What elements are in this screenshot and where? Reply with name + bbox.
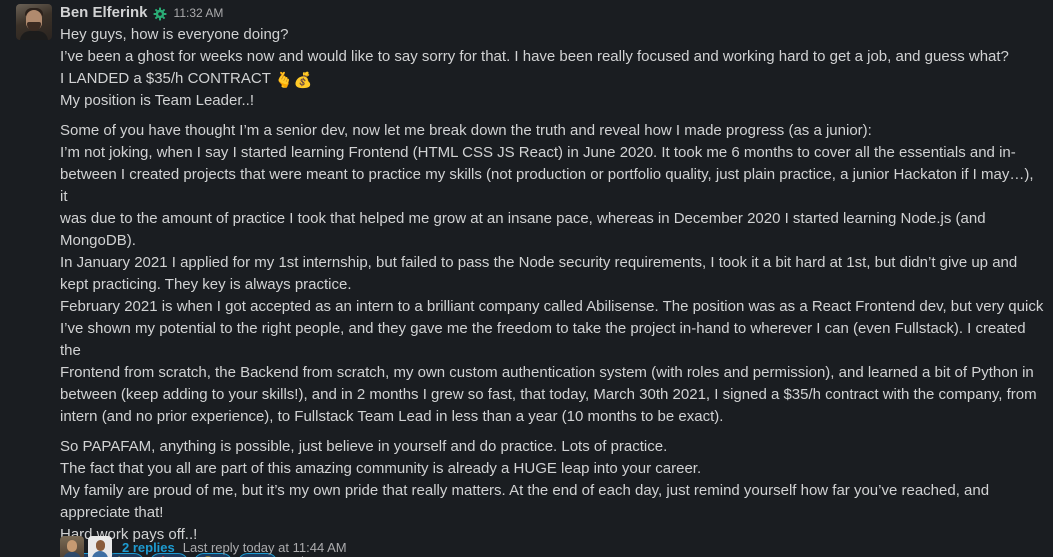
message-line: MongoDB). [60, 232, 136, 249]
message-line: In January 2021 I applied for my 1st int… [60, 254, 1018, 271]
chat-message: Ben Elferink 11:32 AM Hey guys, how is e… [0, 0, 1053, 557]
message-line-contract: I LANDED a $35/h CONTRACT 🫰💰 [60, 68, 1045, 90]
message-line: intern (and no prior experience), to Ful… [60, 408, 724, 425]
reply-avatar [88, 536, 112, 557]
reply-avatar [60, 536, 84, 557]
message-line: I’ve shown my potential to the right peo… [60, 320, 1026, 359]
message-line: My position is Team Leader..! [60, 92, 254, 109]
message-line: was due to the amount of practice I took… [60, 210, 986, 227]
thread-replies[interactable]: 2 replies Last reply today at 11:44 AM [60, 536, 347, 557]
replies-link[interactable]: 2 replies [122, 537, 175, 557]
message-line: Hey guys, how is everyone doing? [60, 26, 289, 43]
money-bag-emoji-icon: 💰 [293, 72, 313, 89]
message-line: Frontend from scratch, the Backend from … [60, 364, 1034, 381]
green-gear-badge-icon [153, 6, 167, 21]
message-paragraph-1: Hey guys, how is everyone doing? I’ve be… [60, 24, 1045, 112]
message-line: appreciate that! [60, 504, 164, 521]
message-header: Ben Elferink 11:32 AM [60, 2, 1045, 24]
message-line: I’m not joking, when I say I started lea… [60, 144, 1016, 161]
contract-text: I LANDED a $35/h CONTRACT [60, 70, 271, 87]
message-timestamp[interactable]: 11:32 AM [174, 2, 224, 24]
message-line: between (keep adding to your skills!), a… [60, 386, 1037, 403]
message-line: So PAPAFAM, anything is possible, just b… [60, 438, 668, 455]
avatar-beard [27, 22, 41, 31]
message-line: kept practicing. They key is always prac… [60, 276, 352, 293]
message-paragraph-2: Some of you have thought I’m a senior de… [60, 120, 1045, 428]
message-line: The fact that you all are part of this a… [60, 460, 702, 477]
avatar-body [20, 31, 48, 40]
message-line: between I created projects that were mea… [60, 166, 1034, 205]
last-reply-time: Last reply today at 11:44 AM [182, 540, 347, 555]
message-paragraph-3: So PAPAFAM, anything is possible, just b… [60, 436, 1045, 546]
message-line: February 2021 is when I got accepted as … [60, 298, 1044, 315]
author-avatar[interactable] [16, 4, 52, 40]
message-line: My family are proud of me, but it’s my o… [60, 482, 990, 499]
message-line: Some of you have thought I’m a senior de… [60, 122, 872, 139]
author-name[interactable]: Ben Elferink [60, 2, 148, 24]
message-content: Ben Elferink 11:32 AM Hey guys, how is e… [60, 2, 1045, 557]
message-line: I’ve been a ghost for weeks now and woul… [60, 48, 1009, 65]
pinched-fingers-emoji-icon: 🫰 [274, 72, 294, 89]
